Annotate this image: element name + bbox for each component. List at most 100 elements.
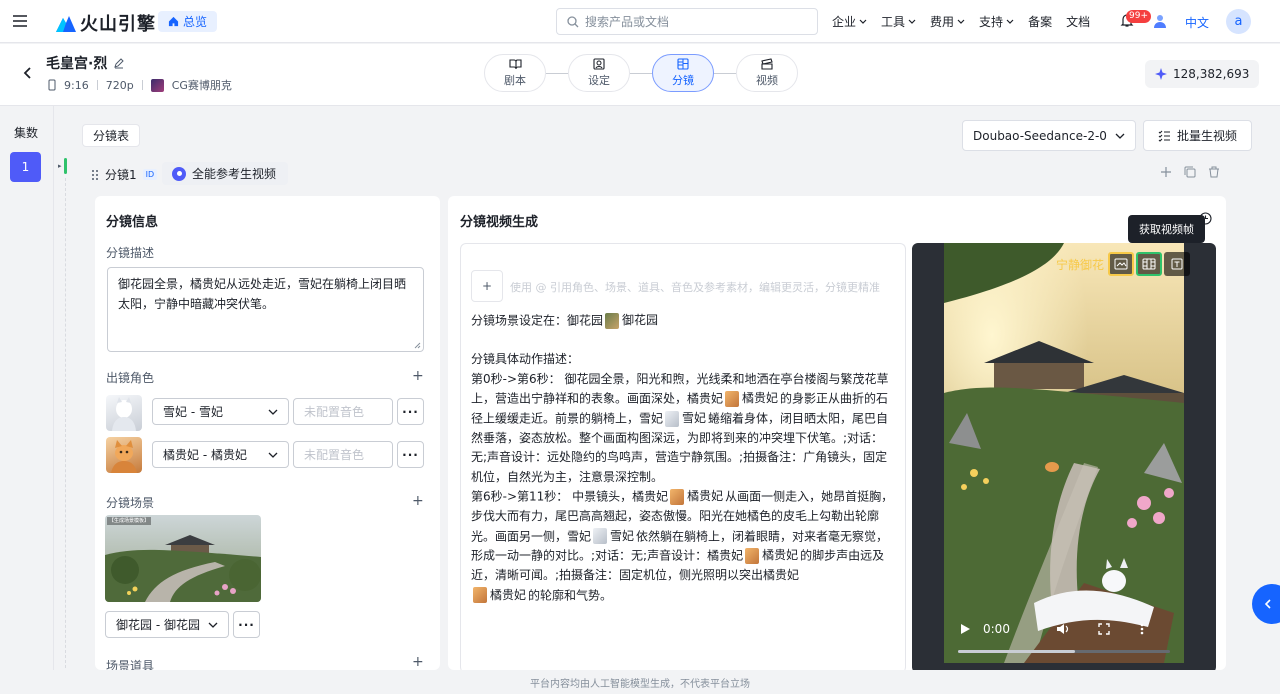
step-label: 分镜 — [672, 74, 694, 87]
shot-id-tag[interactable]: ID — [142, 169, 158, 180]
scene-more-button[interactable]: ··· — [233, 611, 260, 638]
back-arrow-icon[interactable] — [22, 67, 34, 79]
prompt-text[interactable]: 分镜场景设定在：御花园 御花园 分镜具体动作描述： 第0秒->第6秒： 御花园全景… — [471, 311, 896, 605]
scene-setting-text: 分镜场景设定在：御花园 — [471, 313, 604, 328]
collapse-caret-icon[interactable]: ▸ — [58, 162, 62, 170]
more-vertical-icon[interactable] — [1140, 623, 1144, 635]
project-meta: 9:16 720p CG赛博朋克 — [48, 77, 232, 93]
character-chip[interactable]: 雪妃 — [593, 527, 634, 547]
video-frame[interactable] — [944, 243, 1184, 663]
chip-label: 橘贵妃 — [490, 587, 527, 602]
chip-label: 橘贵妃 — [687, 489, 724, 504]
scene-select[interactable]: 御花园 - 御花园 — [105, 611, 229, 638]
user-avatar[interactable]: a — [1226, 9, 1251, 34]
footer-disclaimer: 平台内容均由人工智能模型生成，不代表平台立场 — [0, 670, 1280, 694]
scene-chip[interactable]: 御花园 — [605, 311, 658, 331]
character-chip[interactable]: 橘贵妃 — [670, 487, 723, 507]
voice-select[interactable]: 未配置音色 — [293, 441, 393, 468]
search-input[interactable]: 搜索产品或文档 — [556, 8, 818, 35]
step-script[interactable]: 剧本 — [484, 54, 546, 92]
role-select[interactable]: 橘贵妃 - 橘贵妃 — [152, 441, 289, 468]
resize-handle-icon[interactable] — [414, 342, 421, 349]
home-button[interactable]: 总览 — [158, 11, 218, 32]
mode-full-reference-radio[interactable]: 全能参考生视频 — [162, 162, 289, 185]
roles-label: 出镜角色 — [106, 371, 155, 385]
batch-generate-video-button[interactable]: 批量生视频 — [1143, 120, 1252, 151]
chevron-down-icon — [1006, 19, 1014, 24]
add-prop-icon[interactable]: + — [412, 654, 424, 670]
history-clock-icon[interactable] — [1199, 212, 1212, 225]
prompt-placeholder: 使用 @ 引用角色、场景、道具、音色及参考素材，编辑更灵活，分镜更精准 — [510, 281, 880, 294]
user-profile-icon[interactable] — [1152, 13, 1168, 29]
volume-icon[interactable] — [1056, 623, 1070, 635]
get-video-frame-button[interactable] — [1136, 252, 1163, 276]
nav-menu-billing[interactable]: 费用 — [930, 13, 965, 30]
scene-thumbnail-caption: 【生成场景模板】 — [109, 518, 150, 524]
style-thumbnail — [150, 78, 164, 92]
add-scene-icon[interactable]: + — [412, 493, 424, 509]
nav-menu-enterprise[interactable]: 企业 — [832, 13, 867, 30]
copy-icon[interactable] — [1184, 166, 1196, 178]
segment-2: 第6秒->第11秒： 中景镜头，橘贵妃 橘贵妃 从画面一侧走入，她昂首挺胸，步伐大而… — [471, 487, 896, 605]
aspect-ratio: 9:16 — [64, 78, 89, 92]
brand-name: 火山引擎 — [80, 14, 156, 35]
role-select[interactable]: 雪妃 - 雪妃 — [152, 398, 289, 425]
character-chip[interactable]: 橘贵妃 — [745, 546, 798, 566]
episodes-label: 集数 — [14, 126, 39, 140]
fullscreen-icon[interactable] — [1098, 623, 1110, 635]
drag-handle-icon[interactable] — [91, 169, 99, 181]
delete-icon[interactable] — [1208, 166, 1220, 178]
add-role-icon[interactable]: + — [412, 368, 424, 384]
language-switch[interactable]: 中文 — [1185, 14, 1209, 31]
role-more-button[interactable]: ··· — [397, 441, 424, 468]
nav-menu-tools[interactable]: 工具 — [881, 13, 916, 30]
character-chip-thumbnail — [670, 489, 685, 505]
nav-link-filing[interactable]: 备案 — [1028, 13, 1052, 30]
add-icon[interactable] — [1160, 166, 1172, 178]
chip-label: 雪妃 — [610, 528, 635, 543]
brand-logo[interactable]: 火山引擎 — [56, 10, 156, 36]
step-label: 视频 — [756, 74, 778, 87]
text-extract-button[interactable] — [1164, 252, 1191, 276]
sparkle-icon — [1155, 68, 1167, 80]
edit-pencil-icon[interactable] — [113, 57, 125, 69]
collapse-panel-button[interactable] — [1252, 584, 1280, 624]
nav-link-label: 备案 — [1028, 15, 1053, 29]
scene-chip-thumbnail — [605, 312, 620, 329]
model-select[interactable]: Doubao-Seedance-2-0 — [962, 120, 1136, 151]
description-textarea[interactable]: 御花园全景，橘贵妃从远处走近，雪妃在躺椅上闭目晒太阳，宁静中暗藏冲突伏笔。 — [107, 267, 424, 352]
description-label: 分镜描述 — [106, 246, 155, 260]
menu-icon[interactable] — [12, 13, 28, 29]
step-connector — [546, 72, 568, 74]
credits-balance[interactable]: 128,382,693 — [1145, 60, 1260, 88]
role-more-button[interactable]: ··· — [397, 398, 424, 425]
film-frames-icon — [1142, 258, 1156, 270]
step-settings[interactable]: 设定 — [568, 54, 630, 92]
storyboard-table-tab[interactable]: 分镜表 — [82, 124, 141, 147]
nav-link-docs[interactable]: 文档 — [1066, 13, 1090, 30]
video-controls: 0:00 — [944, 616, 1184, 642]
shot-actions — [1160, 166, 1220, 178]
scene-thumbnail[interactable]: 【生成场景模板】 — [105, 515, 261, 602]
nav-menu-support[interactable]: 支持 — [979, 13, 1014, 30]
role-avatar — [106, 437, 142, 473]
chevron-down-icon — [859, 19, 867, 24]
add-reference-button[interactable]: + — [471, 270, 503, 302]
project-title: 毛皇宫·烈 — [46, 53, 125, 73]
step-video[interactable]: 视频 — [736, 54, 798, 92]
frame-capture-button[interactable] — [1108, 252, 1135, 276]
scene-select-value: 御花园 - 御花园 — [116, 618, 200, 632]
chevron-left-icon — [1264, 599, 1271, 609]
search-placeholder: 搜索产品或文档 — [585, 15, 670, 29]
step-storyboard[interactable]: 分镜 — [652, 54, 714, 92]
voice-select[interactable]: 未配置音色 — [293, 398, 393, 425]
shot-header: 分镜1 ID — [91, 166, 158, 183]
character-chip[interactable]: 橘贵妃 — [725, 389, 778, 409]
action-heading: 分镜具体动作描述： — [471, 352, 580, 367]
episode-1-button[interactable]: 1 — [10, 152, 41, 182]
character-chip[interactable]: 雪妃 — [665, 409, 706, 429]
character-chip[interactable]: 橘贵妃 — [473, 586, 526, 606]
scene-label: 分镜场景 — [106, 496, 155, 510]
play-icon[interactable] — [960, 623, 971, 635]
video-progress-bar[interactable] — [958, 650, 1170, 653]
